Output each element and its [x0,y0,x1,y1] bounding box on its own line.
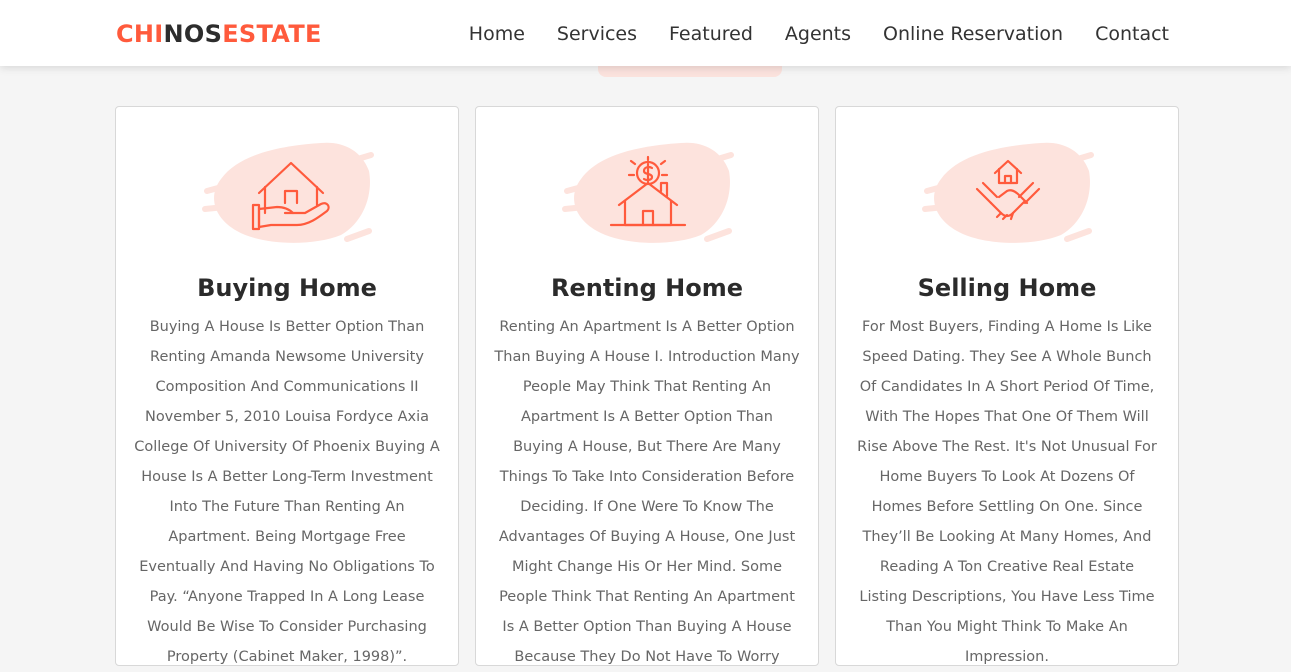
service-title: Buying Home [197,274,377,302]
nav-agents[interactable]: Agents [785,20,851,48]
service-description: For Most Buyers, Finding A Home Is Like … [857,319,1157,665]
service-card-buying: Buying Home Buying A House Is Better Opt… [115,106,459,666]
brand-part-1: CHI [116,20,164,48]
nav-featured[interactable]: Featured [669,20,753,48]
house-in-hand-icon [201,131,376,249]
section-heading-backdrop [598,66,782,77]
brand-logo[interactable]: CHINOSESTATE [116,19,322,49]
navbar: CHINOSESTATE Home Services Featured Agen… [0,0,1291,66]
service-card-renting: Renting Home Renting An Apartment Is A B… [475,106,819,666]
brand-part-3: ESTATE [222,20,322,48]
service-description: Buying A House Is Better Option Than Ren… [134,319,440,665]
nav-online-reservation[interactable]: Online Reservation [883,20,1063,48]
nav-home[interactable]: Home [469,20,525,48]
service-title: Renting Home [550,274,744,302]
service-description: Renting An Apartment Is A Better Option … [494,319,800,665]
main-nav: Home Services Featured Agents Online Res… [469,20,1169,48]
brand-part-2: NOS [163,20,223,48]
services-list: Buying Home Buying A House Is Better Opt… [115,106,1179,666]
nav-services[interactable]: Services [557,20,637,48]
handshake-house-icon [921,131,1096,249]
service-title: Selling Home [917,274,1097,302]
nav-contact[interactable]: Contact [1095,20,1169,48]
house-with-dollar-icon [561,131,736,249]
service-card-selling: Selling Home For Most Buyers, Finding A … [835,106,1179,666]
